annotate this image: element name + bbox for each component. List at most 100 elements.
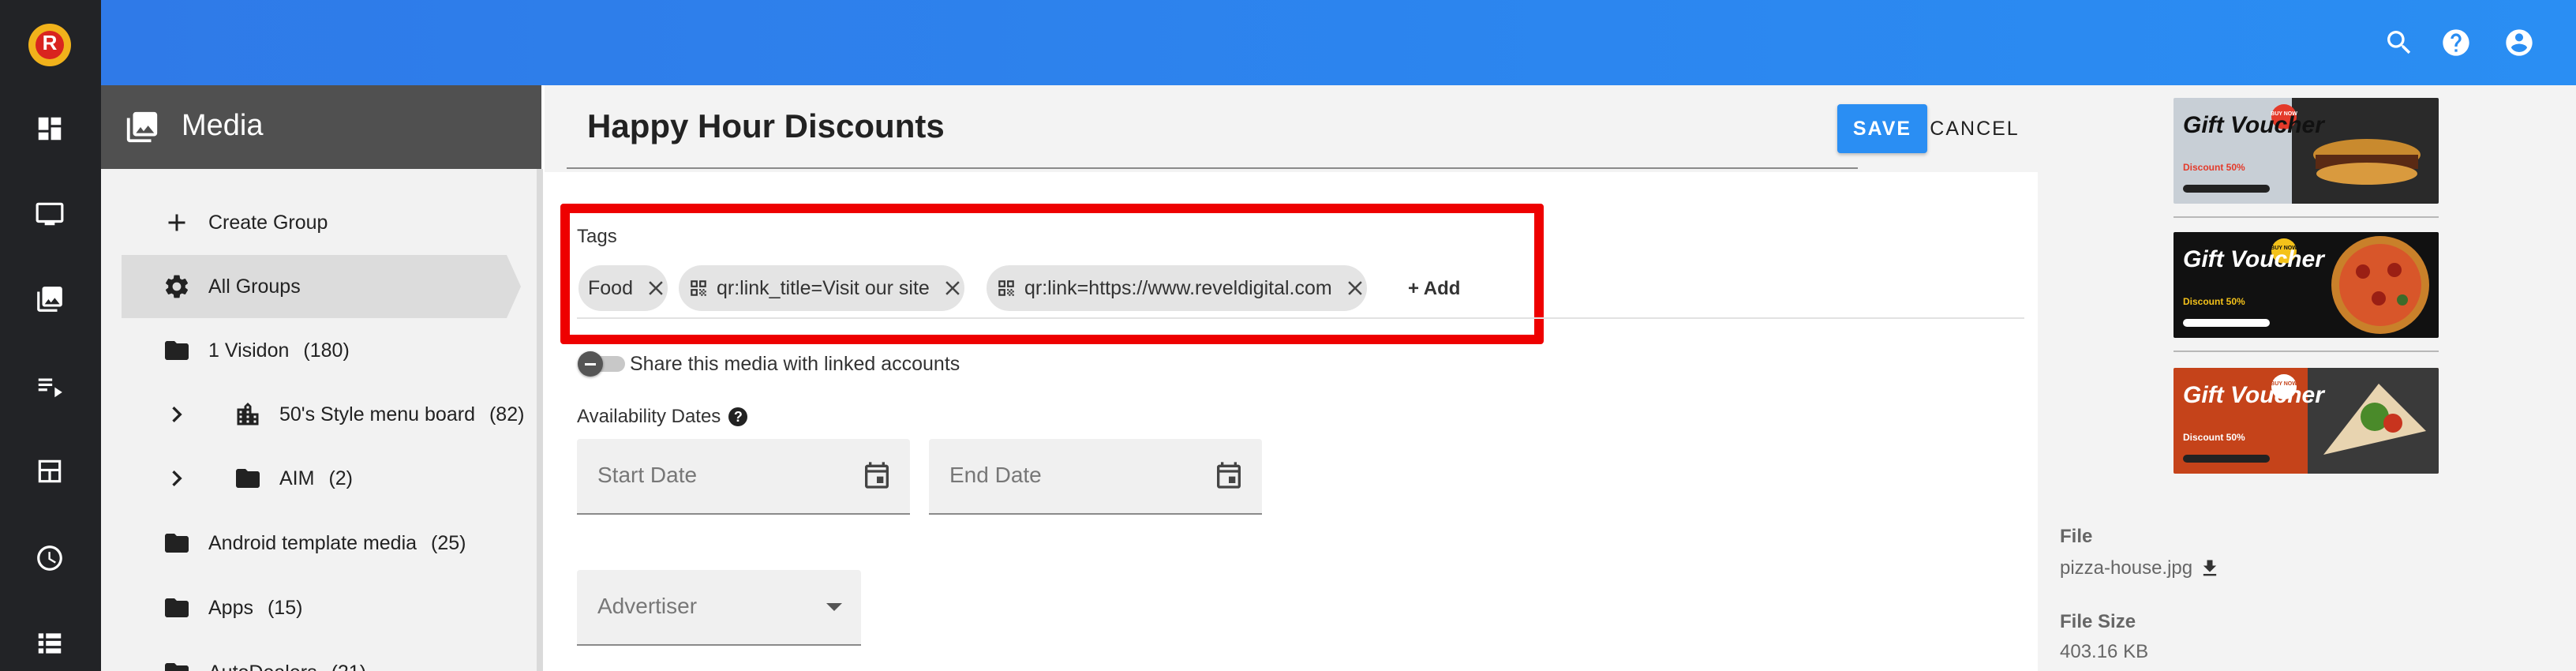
folder-icon <box>232 463 264 494</box>
thumbnail-wrap-voucher[interactable]: BUY NOW Gift Voucher Discount 50% <box>2174 368 2439 474</box>
start-date-field[interactable]: Start Date <box>577 439 910 515</box>
thumbnail-divider <box>2174 216 2439 218</box>
group-item-apps[interactable]: Apps (15) <box>122 576 521 639</box>
folder-icon <box>161 657 193 671</box>
devices-icon[interactable] <box>33 197 66 231</box>
file-label: File <box>2060 526 2093 547</box>
thumbnail-pizza-voucher[interactable]: BUY NOW Gift Voucher Discount 50% <box>2174 232 2439 338</box>
all-groups-label: All Groups <box>208 275 301 298</box>
qr-code-icon <box>996 278 1017 298</box>
create-group-label: Create Group <box>208 211 328 234</box>
chevron-right-icon[interactable] <box>161 399 193 430</box>
thumb-title: Gift Voucher <box>2183 246 2326 272</box>
cancel-button[interactable]: CANCEL <box>1929 104 2020 153</box>
availability-dates-label: Availability Dates ? <box>577 406 748 428</box>
folder-icon <box>161 592 193 624</box>
plus-icon <box>161 207 193 238</box>
media-icon[interactable] <box>33 283 66 316</box>
media-title[interactable]: Happy Hour Discounts <box>587 107 945 145</box>
top-app-bar <box>101 0 2576 85</box>
thumbnail-divider <box>2174 350 2439 352</box>
preview-column: BUY NOW Gift Voucher Discount 50% BUY NO… <box>2038 85 2576 671</box>
panel-scrollbar[interactable] <box>537 169 543 671</box>
dashboard-icon[interactable] <box>33 112 66 145</box>
templates-icon[interactable] <box>33 455 66 488</box>
add-tag-button[interactable]: + Add <box>1408 278 1460 300</box>
group-label: Apps (15) <box>208 596 303 619</box>
group-count: (25) <box>431 531 466 554</box>
file-size-label: File Size <box>2060 611 2136 632</box>
thumbnail-burger-voucher[interactable]: BUY NOW Gift Voucher Discount 50% <box>2174 98 2439 204</box>
media-panel-title: Media <box>182 109 264 142</box>
chevron-right-icon[interactable] <box>161 463 193 494</box>
file-name: pizza-house.jpg <box>2060 557 2193 579</box>
save-button[interactable]: SAVE <box>1837 104 1927 153</box>
group-item-aim[interactable]: AIM (2) <box>122 447 521 510</box>
group-label: 50's Style menu board (82) <box>279 403 525 425</box>
tag-chip-qr-link[interactable]: qr:link=https://www.reveldigital.com <box>987 265 1367 311</box>
group-count: (15) <box>267 596 303 619</box>
create-group-item[interactable]: Create Group <box>122 191 521 254</box>
media-panel-header: Media <box>101 85 541 169</box>
share-label: Share this media with linked accounts <box>630 353 960 375</box>
thumb-discount: Discount 50% <box>2183 432 2245 443</box>
search-icon[interactable] <box>2382 25 2417 60</box>
thumb-discount: Discount 50% <box>2183 162 2245 173</box>
group-count: (82) <box>489 403 525 425</box>
group-item-1-visidon[interactable]: 1 Visidon (180) <box>122 319 521 382</box>
left-rail: R <box>0 0 101 671</box>
media-panel: Media Create Group All Groups 1 Visidon(… <box>101 85 541 671</box>
tag-chip-food[interactable]: Food <box>578 265 668 311</box>
advertiser-placeholder: Advertiser <box>597 594 698 618</box>
file-name-row: pizza-house.jpg <box>2060 557 2221 579</box>
group-item-android-template-media[interactable]: Android template media (25) <box>122 512 521 575</box>
all-groups-item[interactable]: All Groups <box>122 255 521 318</box>
media-editor: Happy Hour Discounts SAVE CANCEL Tags Fo… <box>545 85 2038 671</box>
building-icon <box>232 399 264 430</box>
tag-chip-text: qr:link_title=Visit our site <box>717 276 930 299</box>
tags-underline <box>577 317 2024 319</box>
tag-chip-text: qr:link=https://www.reveldigital.com <box>1024 276 1332 299</box>
start-date-placeholder: Start Date <box>597 463 698 487</box>
playlists-icon[interactable] <box>33 369 66 403</box>
group-label: Android template media (25) <box>208 531 466 554</box>
thumb-discount: Discount 50% <box>2183 296 2245 307</box>
schedules-icon[interactable] <box>33 542 66 575</box>
group-item-autodealers[interactable]: AutoDealers(21) <box>122 641 521 671</box>
group-count: (2) <box>328 467 354 489</box>
close-icon[interactable] <box>1343 276 1367 300</box>
close-icon[interactable] <box>941 276 964 300</box>
folder-icon <box>161 527 193 559</box>
logo-letter: R <box>42 31 58 54</box>
editor-title-bar: Happy Hour Discounts SAVE CANCEL <box>545 85 2038 172</box>
end-date-placeholder: End Date <box>949 463 1042 487</box>
group-label: 1 Visidon (180) <box>208 339 350 362</box>
thumb-title: Gift Voucher <box>2183 382 2326 408</box>
group-item-50s-style-menu-board[interactable]: 50's Style menu board (82) <box>122 383 525 446</box>
toggle-knob <box>578 351 603 377</box>
tag-chip-qr-link-title[interactable]: qr:link_title=Visit our site <box>679 265 964 311</box>
group-count: (180) <box>303 339 350 362</box>
folder-icon <box>161 335 193 366</box>
download-icon[interactable] <box>2199 557 2221 579</box>
advertiser-select[interactable]: Advertiser <box>577 570 861 646</box>
file-size-value: 403.16 KB <box>2060 641 2149 662</box>
share-toggle[interactable] <box>578 351 625 377</box>
group-label: AutoDealers(21) <box>208 662 366 671</box>
calendar-icon[interactable] <box>861 459 893 491</box>
help-icon[interactable] <box>2439 25 2473 60</box>
title-underline <box>567 167 1858 169</box>
help-icon[interactable]: ? <box>728 407 748 426</box>
gear-icon <box>161 271 193 302</box>
calendar-icon[interactable] <box>1213 459 1245 491</box>
account-icon[interactable] <box>2502 25 2537 60</box>
group-label: AIM (2) <box>279 467 354 489</box>
dropdown-arrow-icon <box>826 603 842 611</box>
close-icon[interactable] <box>644 276 668 300</box>
media-library-icon <box>120 109 164 145</box>
thumb-title: Gift Voucher <box>2183 112 2326 138</box>
app-logo[interactable]: R <box>28 24 71 66</box>
lists-icon[interactable] <box>33 627 66 660</box>
end-date-field[interactable]: End Date <box>929 439 1262 515</box>
group-count: (21) <box>331 662 366 671</box>
